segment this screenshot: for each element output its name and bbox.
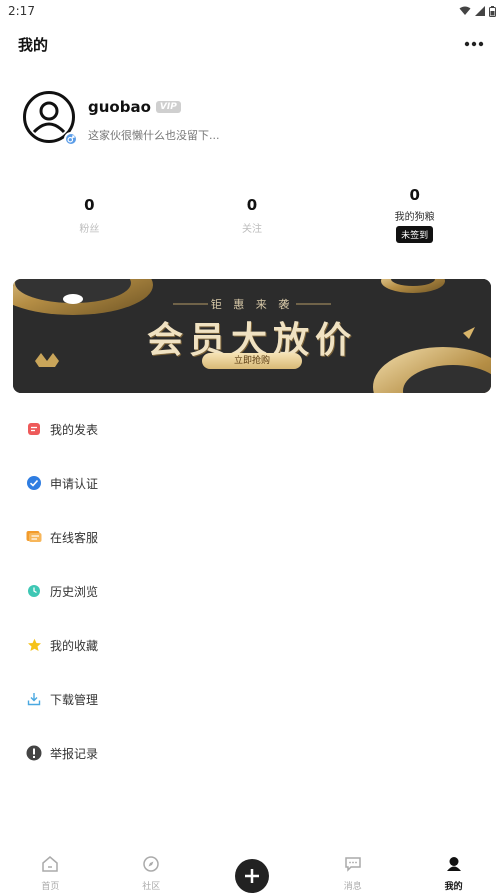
page-title: 我的: [18, 35, 49, 54]
buy-now-button[interactable]: 立即抢购: [202, 353, 302, 369]
plus-icon[interactable]: [234, 859, 269, 893]
stat-label: 粉丝: [79, 224, 100, 235]
history-clock-icon: [26, 583, 42, 599]
nav-label: 首页: [41, 882, 60, 892]
nav-profile[interactable]: 我的: [403, 848, 504, 896]
username: guobao: [88, 98, 151, 116]
menu-item-customer-service[interactable]: 在线客服: [0, 510, 504, 564]
signal-icon: [475, 6, 485, 16]
vip-badge[interactable]: VIP: [155, 101, 181, 113]
menu-item-label: 在线客服: [50, 530, 99, 545]
download-icon: [26, 691, 42, 707]
wifi-icon: [459, 6, 471, 16]
menu-item-my-posts[interactable]: 我的发表: [0, 402, 504, 456]
stat-following[interactable]: 0 关注: [171, 196, 334, 258]
nav-label: 消息: [343, 882, 362, 892]
menu-item-label: 我的发表: [50, 422, 99, 437]
app-header: 我的: [0, 26, 504, 62]
nav-label: 社区: [142, 882, 161, 892]
status-time: 2:17: [8, 4, 35, 18]
battery-icon: [489, 5, 496, 17]
status-bar: 2:17: [0, 0, 504, 22]
menu-item-label: 举报记录: [50, 746, 99, 761]
menu-item-label: 我的收藏: [50, 638, 99, 653]
nav-messages[interactable]: 消息: [302, 848, 403, 896]
menu-item-reports[interactable]: 举报记录: [0, 726, 504, 780]
stat-fans[interactable]: 0 粉丝: [8, 196, 171, 258]
stats-row: 0 粉丝 0 关注 0 我的狗粮 未签到: [8, 186, 496, 258]
vip-promo-banner[interactable]: 钜 惠 来 袭 会员大放价 立即抢购: [13, 279, 491, 393]
menu-item-label: 历史浏览: [50, 584, 99, 599]
verified-icon: [26, 475, 42, 491]
user-bio: 这家伙很懒什么也没留下...: [88, 129, 220, 142]
nav-label: 我的: [444, 882, 463, 892]
menu-item-label: 申请认证: [50, 476, 99, 491]
profile-section[interactable]: guobao VIP 这家伙很懒什么也没留下...: [22, 90, 482, 150]
message-icon: [344, 856, 362, 876]
menu-item-downloads[interactable]: 下载管理: [0, 672, 504, 726]
profile-icon: [446, 856, 462, 876]
stat-label: 我的狗粮: [394, 212, 435, 223]
menu-item-favorites[interactable]: 我的收藏: [0, 618, 504, 672]
report-icon: [26, 745, 42, 761]
stat-value: 0: [246, 196, 258, 214]
chat-service-icon: [26, 529, 42, 545]
signin-status-badge[interactable]: 未签到: [396, 226, 434, 243]
nav-home[interactable]: 首页: [0, 848, 101, 896]
menu-item-history[interactable]: 历史浏览: [0, 564, 504, 618]
menu-item-verification[interactable]: 申请认证: [0, 456, 504, 510]
home-icon: [41, 856, 59, 876]
gender-male-icon: [64, 132, 78, 146]
stat-value: 0: [409, 186, 420, 204]
compass-icon: [143, 856, 159, 876]
star-icon: [26, 637, 42, 653]
menu-list: 我的发表 申请认证 在线客服 历史浏览 我的收藏 下载管理 举报记录: [0, 402, 504, 780]
stat-label: 关注: [242, 224, 262, 235]
stat-dog-food[interactable]: 0 我的狗粮 未签到: [333, 186, 496, 258]
nav-community[interactable]: 社区: [101, 848, 202, 896]
banner-subtitle: 钜 惠 来 袭: [210, 298, 294, 311]
stat-value: 0: [84, 196, 95, 214]
bottom-nav: 首页 社区 消息 我的: [0, 848, 504, 896]
more-dots-icon[interactable]: [462, 32, 486, 56]
nav-publish[interactable]: [202, 848, 303, 896]
menu-item-label: 下载管理: [50, 692, 99, 707]
post-icon: [26, 421, 42, 437]
